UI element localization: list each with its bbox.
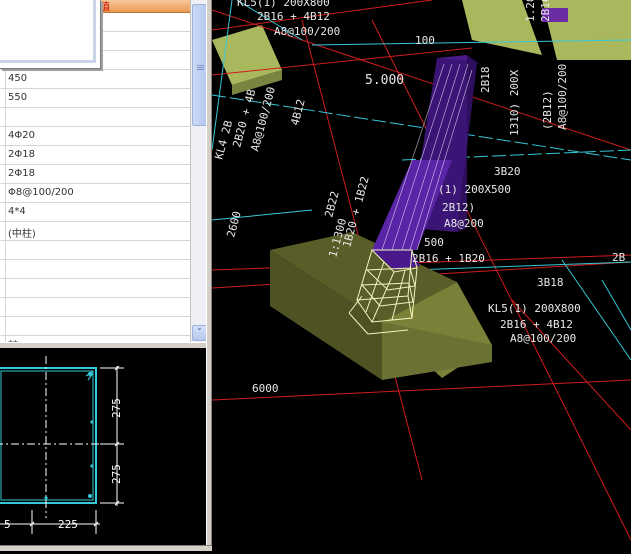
label-top-right-1: 2B16 (539, 0, 552, 22)
label-dim-5000: 5.000 (365, 73, 404, 88)
table-row[interactable]: 450 (0, 70, 190, 89)
table-cell-value: Φ8@100/200 (8, 187, 74, 198)
table-cell-value: 450 (8, 73, 28, 84)
label-dim-6000: 6000 (252, 382, 279, 395)
table-cell-value: 2Φ18 (8, 168, 35, 179)
table-cell-value: 4Φ20 (8, 130, 35, 141)
label-beam-v-2: (2B12) (541, 90, 554, 130)
label-top-beam-3: A8@100/200 (274, 25, 340, 38)
label-mid-2: 2B12) (442, 201, 475, 214)
label-dim-2600: 2600 (224, 210, 243, 239)
properties-scrollbar[interactable]: ˅ (190, 0, 207, 342)
table-row[interactable]: 2Φ18 (0, 146, 190, 165)
table-cell-value: 2Φ18 (8, 149, 35, 160)
dropdown-popup[interactable] (0, 0, 101, 69)
left-panel: 值 4505504Φ202Φ182Φ18Φ8@100/2004*4(中柱)** … (0, 0, 212, 551)
table-row[interactable] (0, 298, 190, 317)
table-header-value-label: 值 (100, 2, 110, 13)
label-mid-3: A8@200 (444, 217, 484, 230)
table-row[interactable] (0, 260, 190, 279)
section-dim-bottom-mid: 225 (58, 518, 78, 531)
table-row[interactable]: 2Φ18 (0, 165, 190, 184)
label-dim-1b20: 2B16 + 1B20 (412, 252, 485, 265)
section-preview: 275 275 5 225 (0, 348, 206, 545)
label-mid-1: (1) 200X500 (438, 183, 511, 196)
table-cell-value: 550 (8, 92, 28, 103)
table-cell-value: 4*4 (8, 206, 26, 217)
label-kl5-3: A8@100/200 (510, 332, 576, 345)
table-row[interactable]: 550 (0, 89, 190, 108)
table-row[interactable]: (中柱) (0, 222, 190, 241)
label-beam-v-1: 1310) 200X (508, 69, 521, 136)
label-dim-500: 500 (424, 236, 444, 249)
table-row[interactable]: 4*4 (0, 203, 190, 222)
label-top-beam-2: 2B16 + 4B12 (257, 10, 330, 23)
label-dim-2b18: 2B18 (479, 67, 492, 94)
label-dim-3b18: 3B18 (537, 276, 564, 289)
label-dim-2b-right: 2B (612, 251, 626, 264)
table-row[interactable] (0, 279, 190, 298)
scroll-down-arrow-icon[interactable]: ˅ (192, 325, 207, 341)
label-kl5-2: 2B16 + 4B12 (500, 318, 573, 331)
scrollbar-thumb[interactable] (192, 4, 207, 126)
table-row[interactable]: 4Φ20 (0, 127, 190, 146)
table-cell-value: (中柱) (8, 229, 36, 240)
table-row[interactable]: Φ8@100/200 (0, 184, 190, 203)
label-top-beam-1: KL5(1) 200X800 (237, 0, 330, 9)
panel-bottom-border (0, 545, 212, 551)
section-dim-right-bottom: 275 (110, 464, 123, 484)
properties-table: 值 4505504Φ202Φ182Φ18Φ8@100/2004*4(中柱)** (0, 0, 207, 342)
table-row[interactable] (0, 108, 190, 127)
3d-viewport[interactable]: KL5(1) 200X800 2B16 + 4B12 A8@100/200 2B… (211, 0, 631, 550)
label-top-right-2: 1.20 (524, 0, 537, 22)
label-kl5-1: KL5(1) 200X800 (488, 302, 581, 315)
section-dim-bottom-left: 5 (4, 518, 11, 531)
label-dim-3b20: 3B20 (494, 165, 521, 178)
table-row[interactable] (0, 241, 190, 260)
label-beam-v-3: A8@100/200 (556, 64, 569, 130)
label-left-v-4: 4B12 (288, 98, 307, 127)
table-row[interactable] (0, 317, 190, 336)
label-col-v-2: 2B22 (322, 190, 341, 219)
section-dim-right-top: 275 (110, 398, 123, 418)
label-dim-100: 100 (415, 34, 435, 47)
